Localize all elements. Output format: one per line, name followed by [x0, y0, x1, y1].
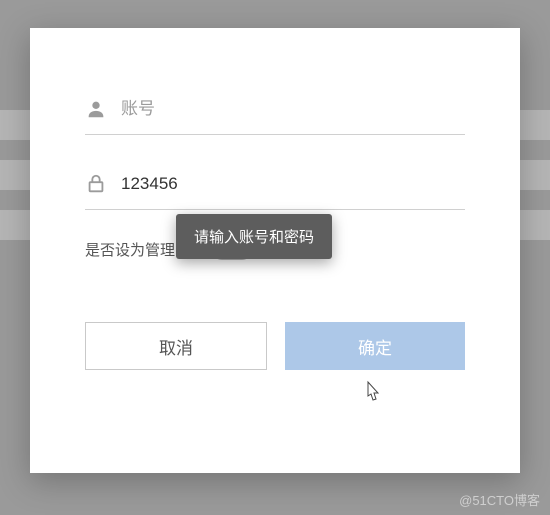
cancel-button[interactable]: 取消 [85, 322, 267, 370]
password-row [85, 163, 465, 210]
ok-button[interactable]: 确定 [285, 322, 465, 370]
username-row [85, 88, 465, 135]
lock-icon [85, 173, 107, 195]
username-input[interactable] [121, 99, 465, 119]
watermark: @51CTO博客 [459, 490, 540, 509]
password-input[interactable] [121, 174, 465, 194]
person-icon [85, 98, 107, 120]
validation-tooltip: 请输入账号和密码 [176, 214, 332, 259]
button-row: 取消 确定 [85, 322, 465, 370]
